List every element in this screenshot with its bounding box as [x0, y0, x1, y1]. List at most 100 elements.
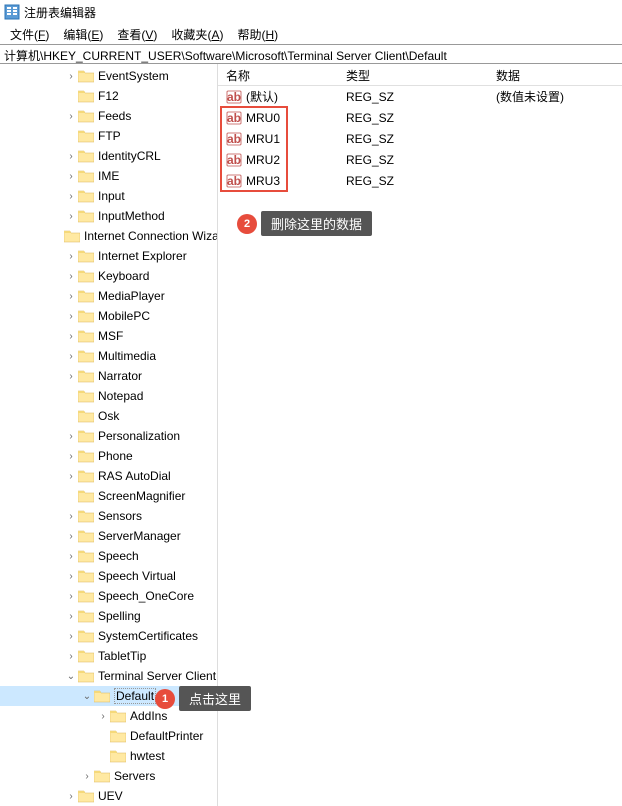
list-row[interactable]: abMRU0REG_SZ — [218, 107, 622, 128]
column-data-header[interactable]: 数据 — [488, 64, 622, 85]
tree-item[interactable]: hwtest — [0, 746, 217, 766]
expand-arrow-icon[interactable] — [64, 409, 78, 423]
tree-item[interactable]: ›Keyboard — [0, 266, 217, 286]
expand-arrow-icon[interactable]: › — [64, 209, 78, 223]
expand-arrow-icon[interactable] — [64, 89, 78, 103]
expand-arrow-icon[interactable]: › — [64, 349, 78, 363]
expand-arrow-icon[interactable]: › — [64, 69, 78, 83]
expand-arrow-icon[interactable]: › — [64, 609, 78, 623]
tree-item[interactable]: ›InputMethod — [0, 206, 217, 226]
tree-label: F12 — [98, 89, 119, 103]
string-icon: ab — [226, 152, 242, 168]
folder-icon — [78, 789, 94, 803]
expand-arrow-icon[interactable]: › — [64, 649, 78, 663]
path-bar[interactable]: 计算机\HKEY_CURRENT_USER\Software\Microsoft… — [0, 44, 622, 64]
tree-item[interactable]: ›Internet Explorer — [0, 246, 217, 266]
tree-item[interactable]: ›TabletTip — [0, 646, 217, 666]
tree-item[interactable]: ›Speech Virtual — [0, 566, 217, 586]
tree-item[interactable]: Internet Connection Wizard — [0, 226, 217, 246]
tree-item[interactable]: ›MobilePC — [0, 306, 217, 326]
menu-edit[interactable]: 编辑(E) — [57, 24, 109, 45]
cell-name: abMRU1 — [218, 129, 338, 149]
expand-arrow-icon[interactable]: › — [64, 309, 78, 323]
expand-arrow-icon[interactable] — [64, 129, 78, 143]
menu-favorites[interactable]: 收藏夹(A) — [165, 24, 229, 45]
expand-arrow-icon[interactable]: ⌄ — [80, 689, 94, 703]
cell-name: abMRU0 — [218, 108, 338, 128]
expand-arrow-icon[interactable] — [96, 749, 110, 763]
tree-item[interactable]: ›IdentityCRL — [0, 146, 217, 166]
list-row[interactable]: abMRU3REG_SZ — [218, 170, 622, 191]
tree-item[interactable]: ›Phone — [0, 446, 217, 466]
expand-arrow-icon[interactable]: › — [64, 509, 78, 523]
tree-item[interactable]: ›UEV — [0, 786, 217, 806]
menu-view[interactable]: 查看(V) — [111, 24, 163, 45]
expand-arrow-icon[interactable]: › — [64, 189, 78, 203]
tree-item[interactable]: ›Speech — [0, 546, 217, 566]
list-row[interactable]: abMRU2REG_SZ — [218, 149, 622, 170]
tree-item[interactable]: FTP — [0, 126, 217, 146]
string-icon: ab — [226, 173, 242, 189]
expand-arrow-icon[interactable] — [96, 729, 110, 743]
column-type-header[interactable]: 类型 — [338, 64, 488, 85]
tree-item[interactable]: ⌄Default — [0, 686, 217, 706]
tree-item[interactable]: ›Speech_OneCore — [0, 586, 217, 606]
tree-item[interactable]: ›EventSystem — [0, 66, 217, 86]
expand-arrow-icon[interactable]: › — [64, 549, 78, 563]
expand-arrow-icon[interactable]: › — [64, 109, 78, 123]
tree-item[interactable]: ›Spelling — [0, 606, 217, 626]
expand-arrow-icon[interactable] — [64, 389, 78, 403]
expand-arrow-icon[interactable] — [64, 489, 78, 503]
list-panel[interactable]: 名称 类型 数据 ab(默认)REG_SZ(数值未设置)abMRU0REG_SZ… — [218, 64, 622, 806]
list-row[interactable]: abMRU1REG_SZ — [218, 128, 622, 149]
tree-item[interactable]: DefaultPrinter — [0, 726, 217, 746]
tree-item[interactable]: ›IME — [0, 166, 217, 186]
tree-item[interactable]: ⌄Terminal Server Client — [0, 666, 217, 686]
expand-arrow-icon[interactable]: › — [64, 289, 78, 303]
tree-item[interactable]: ›Servers — [0, 766, 217, 786]
tree-item[interactable]: ›Narrator — [0, 366, 217, 386]
tree-item[interactable]: F12 — [0, 86, 217, 106]
tree-panel[interactable]: ›EventSystem F12 ›FeedsFTP›IdentityCRL›IME… — [0, 64, 218, 806]
tree-item[interactable]: ›RAS AutoDial — [0, 466, 217, 486]
expand-arrow-icon[interactable]: › — [64, 329, 78, 343]
tree-item[interactable]: ›Multimedia — [0, 346, 217, 366]
expand-arrow-icon[interactable]: › — [64, 369, 78, 383]
expand-arrow-icon[interactable]: › — [64, 529, 78, 543]
expand-arrow-icon[interactable]: › — [80, 769, 94, 783]
folder-icon — [78, 149, 94, 163]
column-name-header[interactable]: 名称 — [218, 64, 338, 85]
tree-item[interactable]: ›Feeds — [0, 106, 217, 126]
expand-arrow-icon[interactable]: › — [64, 589, 78, 603]
tree-item[interactable]: ›Input — [0, 186, 217, 206]
expand-arrow-icon[interactable]: › — [96, 709, 110, 723]
expand-arrow-icon[interactable]: › — [64, 789, 78, 803]
tree-item[interactable]: Osk — [0, 406, 217, 426]
expand-arrow-icon[interactable]: › — [64, 149, 78, 163]
folder-icon — [78, 589, 94, 603]
expand-arrow-icon[interactable]: › — [64, 429, 78, 443]
expand-arrow-icon[interactable]: ⌄ — [64, 669, 78, 683]
tree-item[interactable]: ›Personalization — [0, 426, 217, 446]
tree-item[interactable]: Notepad — [0, 386, 217, 406]
folder-icon — [78, 289, 94, 303]
tree-item[interactable]: ›AddIns — [0, 706, 217, 726]
expand-arrow-icon[interactable]: › — [64, 469, 78, 483]
expand-arrow-icon[interactable]: › — [64, 269, 78, 283]
tree-item[interactable]: ›MSF — [0, 326, 217, 346]
expand-arrow-icon[interactable]: › — [64, 629, 78, 643]
expand-arrow-icon[interactable]: › — [64, 169, 78, 183]
tree-item[interactable]: ScreenMagnifier — [0, 486, 217, 506]
tree-item[interactable]: ›Sensors — [0, 506, 217, 526]
menu-help[interactable]: 帮助(H) — [231, 24, 284, 45]
expand-arrow-icon[interactable]: › — [64, 449, 78, 463]
folder-icon — [64, 229, 80, 243]
folder-icon — [94, 769, 110, 783]
tree-item[interactable]: ›ServerManager — [0, 526, 217, 546]
tree-item[interactable]: ›SystemCertificates — [0, 626, 217, 646]
expand-arrow-icon[interactable]: › — [64, 249, 78, 263]
menu-file[interactable]: 文件(F) — [4, 24, 55, 45]
list-row[interactable]: ab(默认)REG_SZ(数值未设置) — [218, 86, 622, 107]
tree-item[interactable]: ›MediaPlayer — [0, 286, 217, 306]
expand-arrow-icon[interactable]: › — [64, 569, 78, 583]
